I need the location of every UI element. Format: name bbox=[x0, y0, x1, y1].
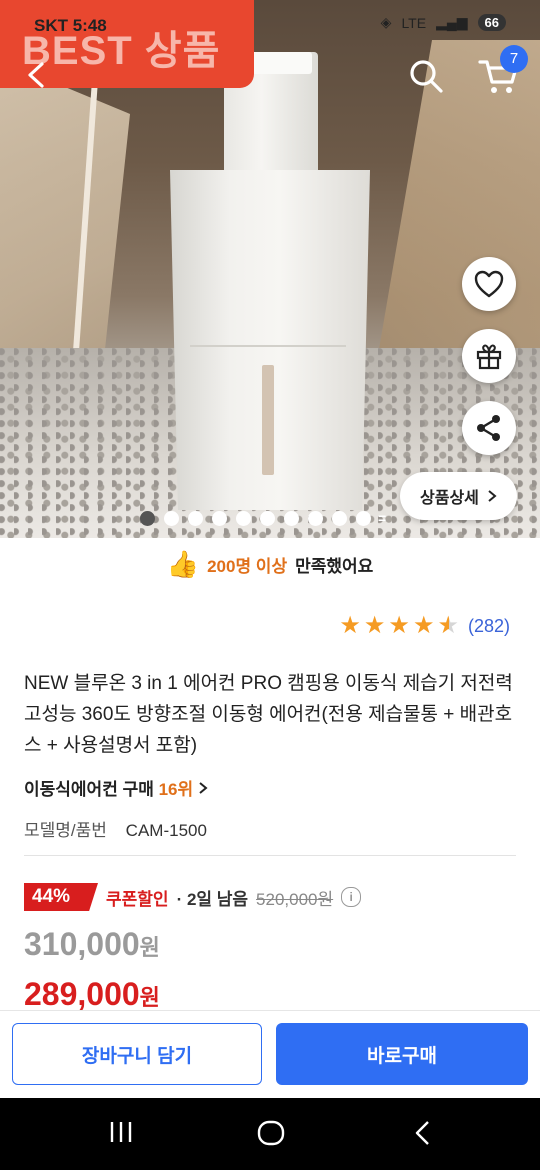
status-bar: SKT 5:48 ◈ LTE ▂▄▆ 66 bbox=[0, 0, 540, 52]
model-value: CAM-1500 bbox=[125, 821, 207, 840]
chevron-right-icon bbox=[199, 782, 208, 794]
recent-apps-button[interactable] bbox=[108, 1120, 134, 1149]
star-icon: ★ bbox=[363, 612, 386, 639]
carousel-dot[interactable] bbox=[332, 510, 347, 526]
satisfaction-banner: 👍 200명 이상 만족했어요 bbox=[0, 538, 540, 590]
discount-percent-badge: 44% bbox=[24, 883, 98, 911]
model-number: 모델명/품번 CAM-1500 bbox=[24, 816, 207, 841]
carousel-more-indicator: = bbox=[378, 510, 387, 526]
carousel-dot[interactable] bbox=[188, 510, 203, 526]
buy-now-button[interactable]: 바로구매 bbox=[276, 1023, 528, 1085]
chevron-right-icon bbox=[488, 490, 497, 502]
rating-summary[interactable]: ★ ★ ★ ★ ★ (282) bbox=[339, 614, 510, 638]
back-nav-button[interactable] bbox=[412, 1120, 434, 1151]
wifi-icon: ◈ bbox=[380, 14, 392, 30]
bottom-action-bar: 장바구니 담기 바로구매 bbox=[0, 1010, 540, 1099]
gift-icon bbox=[476, 344, 502, 370]
carousel-dot[interactable] bbox=[212, 510, 227, 526]
network-label: LTE bbox=[401, 14, 427, 31]
divider bbox=[24, 855, 516, 856]
sale-price-value: 310,000 bbox=[24, 926, 140, 962]
device-water-window bbox=[262, 365, 274, 475]
product-detail-label: 상품상세 bbox=[420, 490, 479, 507]
status-time: SKT 5:48 bbox=[34, 16, 107, 35]
satisfaction-highlight: 200명 이상 bbox=[207, 556, 288, 576]
thumbs-up-icon: 👍 bbox=[166, 548, 200, 579]
share-icon bbox=[477, 415, 500, 441]
star-icon: ★ bbox=[339, 612, 361, 639]
star-icon: ★ bbox=[388, 612, 410, 639]
status-icons: ◈ LTE ▂▄▆ 66 bbox=[381, 14, 506, 31]
recent-apps-icon bbox=[110, 1122, 132, 1142]
coupon-price-value: 289,000 bbox=[24, 976, 140, 1012]
currency-unit: 원 bbox=[139, 985, 160, 1010]
review-count-link[interactable]: (282) bbox=[468, 616, 510, 637]
gift-button[interactable] bbox=[462, 329, 516, 383]
signal-icon: ▂▄▆ bbox=[436, 14, 468, 30]
search-button[interactable] bbox=[406, 56, 446, 96]
satisfaction-text: 만족했어요 bbox=[295, 556, 374, 576]
carousel-dot[interactable] bbox=[284, 510, 299, 526]
carousel-dot[interactable] bbox=[308, 510, 323, 526]
cart-count-badge: 7 bbox=[500, 45, 528, 73]
model-label: 모델명/품번 bbox=[24, 821, 107, 840]
battery-indicator: 66 bbox=[477, 14, 506, 31]
coupon-remaining: · 2일 남음 bbox=[176, 889, 249, 909]
discount-row: 44% 쿠폰할인 · 2일 남음 520,000원 i bbox=[24, 883, 362, 911]
search-icon bbox=[410, 60, 443, 93]
original-price: 520,000원 bbox=[256, 889, 334, 909]
share-button[interactable] bbox=[462, 401, 516, 455]
home-button[interactable] bbox=[257, 1120, 285, 1151]
product-title: NEW 블루온 3 in 1 에어컨 PRO 캠핑용 이동식 제습기 저전력 고… bbox=[24, 673, 513, 756]
heart-icon bbox=[474, 270, 504, 298]
system-navigation-bar bbox=[0, 1098, 540, 1170]
chevron-left-icon bbox=[28, 62, 44, 88]
info-icon[interactable]: i bbox=[341, 887, 362, 907]
sale-price: 310,000원 bbox=[24, 926, 160, 963]
home-icon bbox=[257, 1120, 285, 1146]
carousel-dot[interactable] bbox=[236, 510, 251, 526]
rank-prefix: 이동식에어컨 구매 bbox=[24, 780, 154, 799]
currency-unit: 원 bbox=[139, 935, 160, 960]
carousel-dot[interactable] bbox=[164, 510, 179, 526]
star-icon: ★ bbox=[412, 612, 435, 639]
half-star-icon: ★ bbox=[437, 612, 459, 639]
rank-value: 16위 bbox=[158, 780, 194, 799]
back-button[interactable] bbox=[20, 58, 54, 92]
wishlist-button[interactable] bbox=[462, 257, 516, 311]
carousel-dot[interactable] bbox=[140, 510, 155, 526]
carousel-dot[interactable] bbox=[260, 510, 275, 526]
carousel-dots[interactable]: = bbox=[140, 510, 386, 526]
back-icon bbox=[415, 1121, 429, 1145]
product-image-carousel[interactable]: BEST 상품 SKT 5:48 ◈ LTE ▂▄▆ 66 7 상품상세 = bbox=[0, 0, 540, 538]
add-to-cart-button[interactable]: 장바구니 담기 bbox=[12, 1023, 262, 1085]
category-rank-link[interactable]: 이동식에어컨 구매 16위 bbox=[24, 775, 208, 800]
coupon-label: 쿠폰할인 bbox=[106, 889, 169, 909]
coupon-price: 289,000원 bbox=[24, 976, 160, 1013]
product-detail-button[interactable]: 상품상세 bbox=[400, 472, 517, 520]
carousel-dot[interactable] bbox=[356, 510, 371, 526]
